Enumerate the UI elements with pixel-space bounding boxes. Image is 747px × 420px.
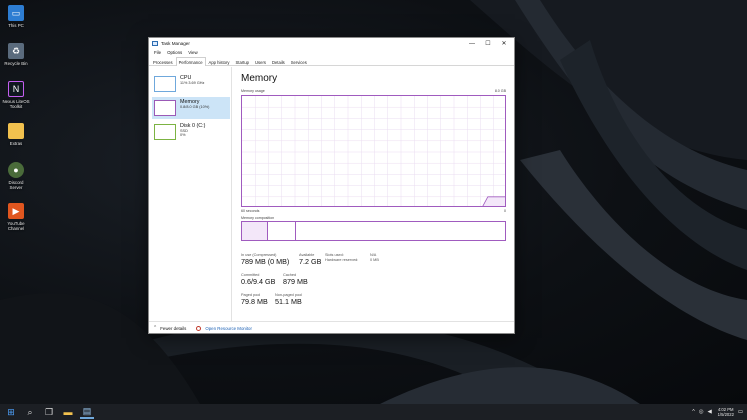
memory-mini-graph (154, 100, 176, 116)
menu-options[interactable]: Options (164, 49, 185, 57)
close-button[interactable]: ✕ (496, 38, 512, 49)
memory-composition-label: Memory composition (241, 216, 275, 220)
tab-processes[interactable]: Processes (150, 57, 176, 65)
sidebar-item-memory[interactable]: Memory 0.8/8.0 GB (10%) (152, 97, 230, 119)
minimize-button[interactable]: — (464, 38, 480, 49)
maximize-button[interactable]: ☐ (480, 38, 496, 49)
stat-hardware-reserved-label: Hardware reserved: (325, 258, 359, 262)
task-manager-icon[interactable]: ▤ (80, 405, 94, 419)
discord-icon: ● (8, 162, 24, 178)
composition-modified[interactable] (268, 222, 296, 240)
sidebar-item-disk[interactable]: Disk 0 (C:) SSD 0% (152, 121, 230, 143)
windows-start-icon[interactable]: ⊞ (4, 405, 18, 419)
tab-details[interactable]: Details (269, 57, 288, 65)
page-title: Memory (241, 73, 278, 84)
time-axis-label: 60 seconds (241, 209, 260, 213)
stat-in-use: In use (Compressed) 789 MB (0 MB) (241, 253, 289, 266)
tray-overflow-chevron[interactable]: ^ (692, 409, 695, 415)
desktop-icon-nexus-toolkit[interactable]: N Nexus LiteOS Toolkit (2, 81, 30, 109)
stat-non-paged-pool: Non-paged pool 51.1 MB (275, 293, 302, 306)
tab-startup[interactable]: Startup (233, 57, 253, 65)
sidebar-item-detail: 11% 3.69 GHz (180, 81, 205, 85)
desktop-icon-label: This PC (8, 23, 24, 28)
menu-view[interactable]: View (185, 49, 200, 57)
youtube-icon: ▶ (8, 203, 24, 219)
stat-value: 51.1 MB (275, 297, 302, 306)
cpu-mini-graph (154, 76, 176, 92)
tab-services[interactable]: Services (288, 57, 310, 65)
file-explorer-icon[interactable]: ▬ (61, 405, 75, 419)
tab-app-history[interactable]: App history (206, 57, 233, 65)
chevron-up-icon[interactable]: ⌃ (153, 325, 157, 331)
resource-list: CPU 11% 3.69 GHz Memory 0.8/8.0 GB (10%)… (149, 67, 232, 321)
clock-date: 1/5/2022 (717, 412, 734, 417)
taskbar: ⊞ ⌕ ❐ ▬ ▤ ^ ◎ ◀ 4:02 PM 1/5/2022 ▭ (0, 404, 747, 420)
tab-users[interactable]: Users (252, 57, 269, 65)
stat-value: 7.2 GB (299, 257, 322, 266)
memory-usage-graph (241, 95, 506, 207)
composition-in-use[interactable] (242, 222, 268, 240)
stat-value: 879 MB (283, 277, 308, 286)
stat-cached: Cached 879 MB (283, 273, 308, 286)
desktop-icon-label: Nexus LiteOS Toolkit (2, 99, 30, 109)
sidebar-item-detail: 0.8/8.0 GB (10%) (180, 105, 210, 109)
disk-mini-graph (154, 124, 176, 140)
window-title: Task Manager (161, 41, 190, 46)
resource-monitor-icon[interactable] (196, 325, 202, 331)
volume-icon[interactable]: ◀ (707, 409, 711, 415)
tab-strip: Processes Performance App history Startu… (149, 57, 514, 66)
title-bar[interactable]: Task Manager — ☐ ✕ (149, 38, 514, 49)
desktop-icon-label: YouTube Channel (7, 221, 25, 231)
desktop-icon-recycle-bin[interactable]: ♻ Recycle Bin (2, 43, 30, 66)
stat-value: 789 MB (0 MB) (241, 257, 290, 266)
task-view-icon[interactable]: ❐ (42, 405, 56, 419)
stat-paged-pool: Paged pool 79.8 MB (241, 293, 268, 306)
open-resource-monitor-link[interactable]: Open Resource Monitor (205, 326, 252, 331)
desktop-icon-label: Recycle Bin (4, 61, 28, 66)
stat-available: Available 7.2 GB (299, 253, 321, 266)
desktop-icon-extras[interactable]: Extras (2, 123, 30, 146)
time-axis-end: 0 (504, 209, 506, 213)
toolkit-icon: N (8, 81, 24, 97)
network-icon[interactable]: ◎ (699, 409, 704, 415)
desktop-icon-label: Extras (9, 141, 23, 146)
task-manager-window: Task Manager — ☐ ✕ File Options View Pro… (148, 37, 515, 334)
clock[interactable]: 4:02 PM 1/5/2022 (718, 407, 734, 417)
menu-file[interactable]: File (151, 49, 164, 57)
menu-bar: File Options View (149, 49, 201, 57)
desktop-icon-this-pc[interactable]: ▭ This PC (2, 5, 30, 28)
desktop-icon-discord[interactable]: ● Discord Server (2, 162, 30, 190)
monitor-icon: ▭ (8, 5, 24, 21)
desktop-icon-youtube[interactable]: ▶ YouTube Channel (2, 203, 30, 231)
system-tray: ^ ◎ ◀ 4:02 PM 1/5/2022 ▭ (688, 404, 743, 420)
tab-performance[interactable]: Performance (175, 57, 206, 66)
stat-value: 79.8 MB (241, 297, 268, 306)
sidebar-item-cpu[interactable]: CPU 11% 3.69 GHz (152, 73, 230, 95)
memory-panel: Memory Memory usage 8.0 GB 60 seconds 0 … (239, 67, 511, 321)
memory-composition-bar (241, 221, 506, 241)
folder-icon (8, 123, 24, 139)
task-manager-app-icon (152, 41, 158, 46)
notification-icon[interactable]: ▭ (738, 409, 743, 415)
stat-committed: Committed 0.6/9.4 GB (241, 273, 275, 286)
memory-usage-chart (242, 96, 505, 206)
stat-value: 0.6/9.4 GB (241, 277, 276, 286)
sidebar-item-detail: 0% (180, 133, 186, 138)
memory-usage-max: 8.0 GB (494, 89, 506, 93)
desktop-icon-label: Discord Server (8, 180, 24, 190)
recycle-bin-icon: ♻ (8, 43, 24, 59)
footer-bar: ⌃ Fewer details Open Resource Monitor (149, 321, 514, 334)
fewer-details-link[interactable]: Fewer details (160, 326, 186, 331)
memory-usage-area (482, 196, 505, 206)
search-icon[interactable]: ⌕ (23, 405, 37, 419)
stat-hardware-reserved-value: 0 MB (370, 258, 379, 262)
memory-usage-label: Memory usage (241, 89, 265, 93)
